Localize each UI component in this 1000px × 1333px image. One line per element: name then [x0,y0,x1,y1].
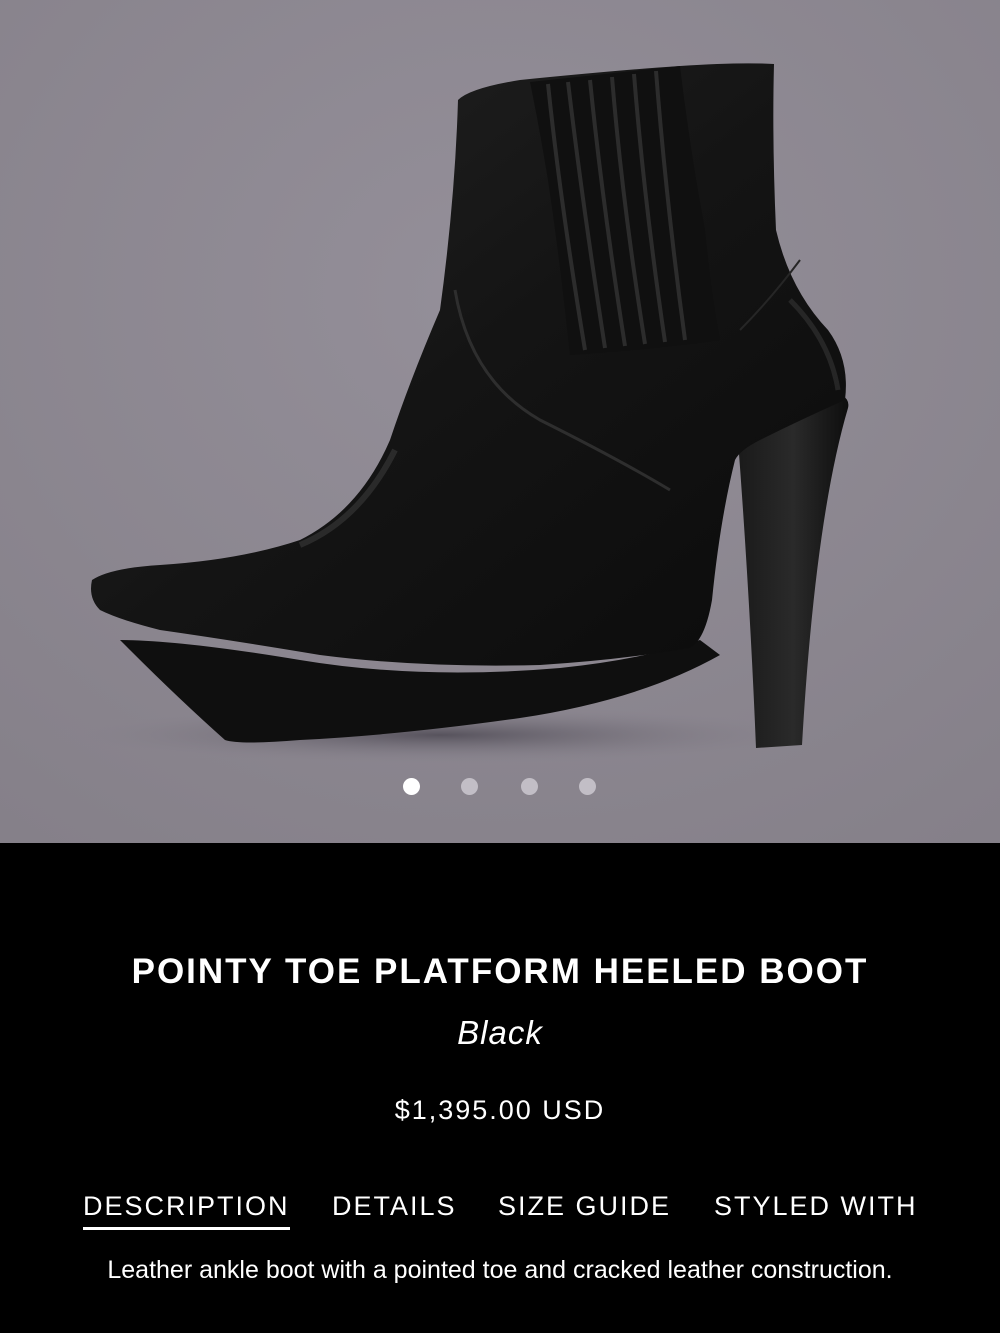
carousel-dot-3[interactable] [521,778,538,795]
carousel-dot-4[interactable] [579,778,596,795]
product-page: POINTY TOE PLATFORM HEELED BOOT Black $1… [0,0,1000,1333]
product-image[interactable] [0,0,1000,843]
carousel-dot-2[interactable] [461,778,478,795]
tab-styled-with[interactable]: STYLED WITH [714,1189,918,1223]
carousel-dot-1[interactable] [403,778,420,795]
tab-description[interactable]: DESCRIPTION [83,1189,290,1230]
product-info: POINTY TOE PLATFORM HEELED BOOT Black $1… [0,843,1000,1333]
carousel-pagination [0,778,1000,796]
product-title: POINTY TOE PLATFORM HEELED BOOT [131,952,869,991]
tab-details[interactable]: DETAILS [332,1189,457,1223]
product-tabs: DESCRIPTION DETAILS SIZE GUIDE STYLED WI… [0,1189,1000,1233]
product-description: Leather ankle boot with a pointed toe an… [107,1256,893,1284]
tab-size-guide[interactable]: SIZE GUIDE [498,1189,671,1223]
product-price: $1,395.00 USD [394,1095,606,1125]
product-color: Black [457,1014,543,1051]
product-image-gallery[interactable] [0,0,1000,843]
